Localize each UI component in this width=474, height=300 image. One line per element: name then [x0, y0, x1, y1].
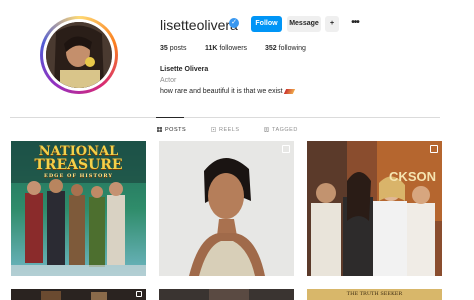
- following-stat[interactable]: 352 following: [265, 45, 306, 52]
- tab-reels[interactable]: REELS: [211, 127, 240, 133]
- post-tile[interactable]: [159, 141, 294, 276]
- tab-posts-label: POSTS: [165, 127, 187, 133]
- tagged-icon: [264, 127, 269, 132]
- post-tile[interactable]: THE TRUTH SEEKER: [307, 289, 442, 300]
- add-user-icon[interactable]: +: [325, 16, 339, 32]
- reels-icon: [211, 127, 216, 132]
- posts-count: 35: [160, 45, 168, 52]
- grid-icon: [157, 127, 162, 132]
- tab-reels-label: REELS: [219, 127, 240, 133]
- profile-bio: how rare and beautiful it is that we exi…: [160, 88, 295, 95]
- poster-text: THE TRUTH SEEKER: [346, 291, 403, 297]
- followers-count: 11K: [205, 45, 218, 52]
- poster-title-line3: EDGE OF HISTORY: [44, 173, 113, 179]
- bio-text: how rare and beautiful it is that we exi…: [160, 88, 283, 95]
- tabs-divider: [10, 117, 440, 118]
- active-tab-indicator: [156, 117, 184, 118]
- followers-stat[interactable]: 11K followers: [205, 45, 247, 52]
- multiple-photos-icon: [136, 291, 142, 297]
- posts-stat: 35 posts: [160, 45, 186, 52]
- profile-username: lisetteolivera: [160, 17, 238, 33]
- following-label: following: [278, 45, 306, 52]
- avatar-image: [46, 22, 112, 88]
- profile-full-name: Lisette Olivera: [160, 66, 209, 73]
- profile-category: Actor: [160, 77, 177, 84]
- tab-tagged-label: TAGGED: [272, 127, 298, 133]
- post-tile[interactable]: CKSON: [307, 141, 442, 276]
- follow-button[interactable]: Follow: [251, 16, 282, 32]
- post-tile[interactable]: NATIONAL TREASURE EDGE OF HISTORY: [11, 141, 146, 276]
- verified-badge-icon: ✓: [229, 18, 239, 28]
- poster-text: CKSON: [389, 169, 436, 184]
- post-image: [159, 141, 294, 276]
- more-options-icon[interactable]: •••: [348, 16, 362, 32]
- post-image: [159, 289, 294, 300]
- following-count: 352: [265, 45, 277, 52]
- message-button[interactable]: Message: [287, 16, 321, 32]
- avatar-border: [43, 19, 115, 91]
- poster-title-line2: TREASURE: [34, 157, 123, 173]
- profile-avatar[interactable]: [40, 16, 118, 94]
- posts-label: posts: [169, 45, 187, 52]
- followers-label: followers: [219, 45, 248, 52]
- post-tile[interactable]: [11, 289, 146, 300]
- post-image: [11, 289, 146, 300]
- tab-tagged[interactable]: TAGGED: [264, 127, 298, 133]
- post-tile[interactable]: [159, 289, 294, 300]
- post-image: [307, 141, 442, 276]
- bio-emoji-icon: [283, 88, 295, 94]
- multiple-photos-icon: [430, 145, 438, 153]
- multiple-photos-icon: [282, 145, 290, 153]
- tab-posts[interactable]: POSTS: [157, 127, 186, 133]
